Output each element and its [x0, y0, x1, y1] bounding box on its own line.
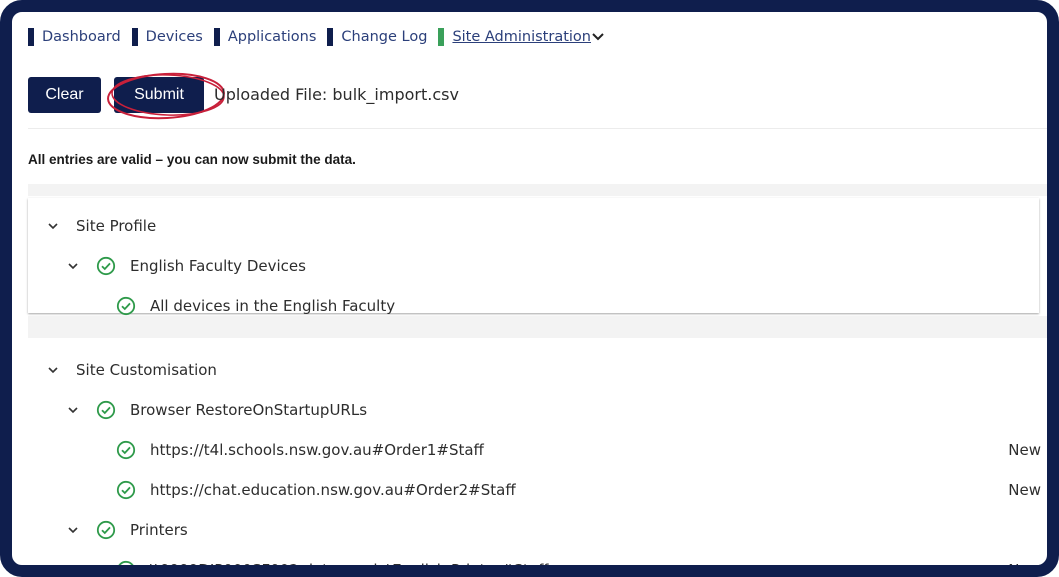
status-badge: New: [1008, 441, 1041, 459]
nav-label: Devices: [145, 29, 203, 45]
section-label: Site Customisation: [76, 361, 217, 379]
nav-dashboard[interactable]: Dashboard: [28, 28, 121, 46]
check-circle-icon: [116, 296, 136, 316]
list-item: https://t4l.schools.nsw.gov.au#Order1#St…: [28, 438, 1041, 462]
site-customisation-section-row: Site Customisation: [28, 358, 1039, 382]
status-badge: New: [1008, 481, 1041, 499]
submit-button[interactable]: Submit: [114, 77, 204, 113]
site-customisation-panel: Site Customisation Browser RestoreOnStar…: [28, 342, 1041, 577]
url-label: https://t4l.schools.nsw.gov.au#Order1#St…: [150, 441, 484, 459]
chevron-down-icon[interactable]: [46, 219, 60, 233]
chevron-down-icon[interactable]: [46, 363, 60, 377]
divider: [28, 128, 1047, 129]
nav-marker: [213, 28, 220, 46]
item-label: All devices in the English Faculty: [150, 297, 396, 315]
chevron-down-icon[interactable]: [589, 30, 607, 44]
section-gap: [28, 316, 1047, 338]
check-circle-icon: [116, 480, 136, 500]
check-circle-icon: [96, 520, 116, 540]
site-profile-panel: Site Profile English Faculty Devices All…: [28, 198, 1039, 316]
nav-label: Dashboard: [42, 29, 121, 45]
nav-marker: [28, 28, 34, 46]
printers-group-row: Printers: [28, 518, 1039, 542]
check-circle-icon: [116, 560, 136, 565]
section-label: Site Profile: [76, 217, 157, 235]
app-frame: Dashboard Devices Applications Change Lo…: [0, 0, 1059, 577]
nav-label: Site Administration: [452, 29, 591, 45]
status-badge: New: [1008, 561, 1041, 577]
site-profile-section-row: Site Profile: [28, 214, 1039, 238]
printer-label: \\9999DIP000SF002.detnsw.win\English Pri…: [150, 561, 549, 577]
nav-marker: [327, 28, 334, 46]
nav-applications[interactable]: Applications: [213, 28, 317, 46]
group-label: English Faculty Devices: [130, 257, 306, 275]
check-circle-icon: [116, 440, 136, 460]
nav-marker: [131, 28, 138, 46]
nav-change-log[interactable]: Change Log: [327, 28, 427, 46]
list-item: https://chat.education.nsw.gov.au#Order2…: [28, 478, 1041, 502]
nav-site-administration[interactable]: Site Administration: [438, 28, 607, 46]
chevron-down-icon[interactable]: [66, 523, 80, 537]
nav-label: Applications: [227, 29, 317, 45]
uploaded-file-label: Uploaded File: bulk_import.csv: [214, 85, 459, 104]
list-item: \\9999DIP000SF002.detnsw.win\English Pri…: [28, 558, 1041, 577]
group-label: Printers: [130, 521, 188, 539]
check-circle-icon: [96, 256, 116, 276]
clear-button[interactable]: Clear: [28, 77, 101, 113]
nav-label: Change Log: [341, 29, 428, 45]
chevron-down-icon[interactable]: [66, 403, 80, 417]
browser-restore-group-row: Browser RestoreOnStartupURLs: [28, 398, 1039, 422]
url-label: https://chat.education.nsw.gov.au#Order2…: [150, 481, 516, 499]
section-gap: [28, 184, 1047, 196]
list-item: All devices in the English Faculty: [28, 294, 1039, 318]
chevron-down-icon[interactable]: [66, 259, 80, 273]
top-nav: Dashboard Devices Applications Change Lo…: [28, 26, 618, 48]
validation-message: All entries are valid – you can now subm…: [28, 152, 356, 167]
nav-devices[interactable]: Devices: [131, 28, 203, 46]
check-circle-icon: [96, 400, 116, 420]
group-label: Browser RestoreOnStartupURLs: [130, 401, 368, 419]
english-faculty-group-row: English Faculty Devices: [28, 254, 1039, 278]
nav-marker-active: [438, 28, 445, 46]
